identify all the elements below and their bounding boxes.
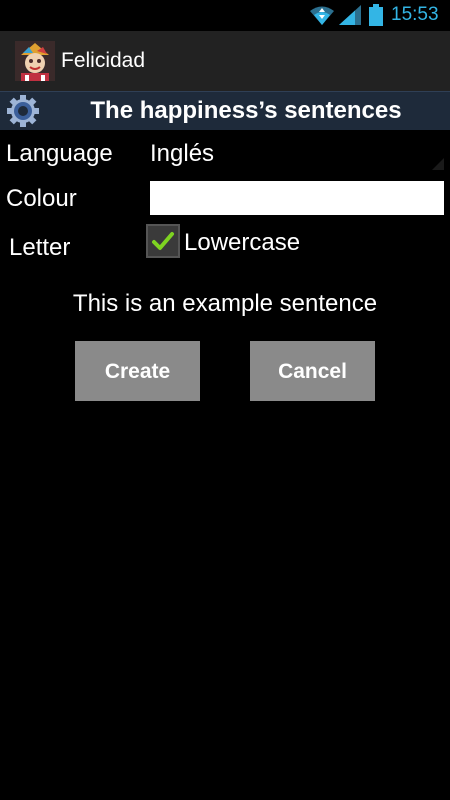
status-bar: 15:53 xyxy=(0,0,450,31)
app-screen: 15:53 Felicidad The happiness’s sentence… xyxy=(0,0,450,800)
app-title: Felicidad xyxy=(61,49,146,72)
checkmark-icon xyxy=(152,232,174,250)
letter-label: Letter xyxy=(9,234,71,261)
action-bar: Felicidad xyxy=(0,31,450,91)
cancel-button[interactable]: Cancel xyxy=(250,341,375,401)
language-spinner[interactable]: Inglés xyxy=(150,138,444,170)
gear-icon xyxy=(7,95,39,127)
checkbox-box[interactable] xyxy=(146,224,180,258)
lowercase-checkbox[interactable]: Lowercase xyxy=(146,224,346,262)
signal-icon xyxy=(339,5,361,25)
colour-label: Colour xyxy=(6,185,77,212)
battery-icon xyxy=(369,4,383,26)
lowercase-label: Lowercase xyxy=(184,229,301,256)
colour-field[interactable] xyxy=(150,181,444,215)
page-title: The happiness’s sentences xyxy=(90,97,402,124)
spinner-indicator-icon xyxy=(432,158,444,170)
example-sentence: This is an example sentence xyxy=(72,290,378,317)
language-label: Language xyxy=(6,140,113,167)
wifi-icon xyxy=(310,6,334,25)
status-clock: 15:53 xyxy=(391,4,439,25)
create-button[interactable]: Create xyxy=(75,341,200,401)
screen-header: The happiness’s sentences xyxy=(0,91,450,130)
app-logo-icon xyxy=(15,41,55,81)
language-value: Inglés xyxy=(150,140,215,167)
